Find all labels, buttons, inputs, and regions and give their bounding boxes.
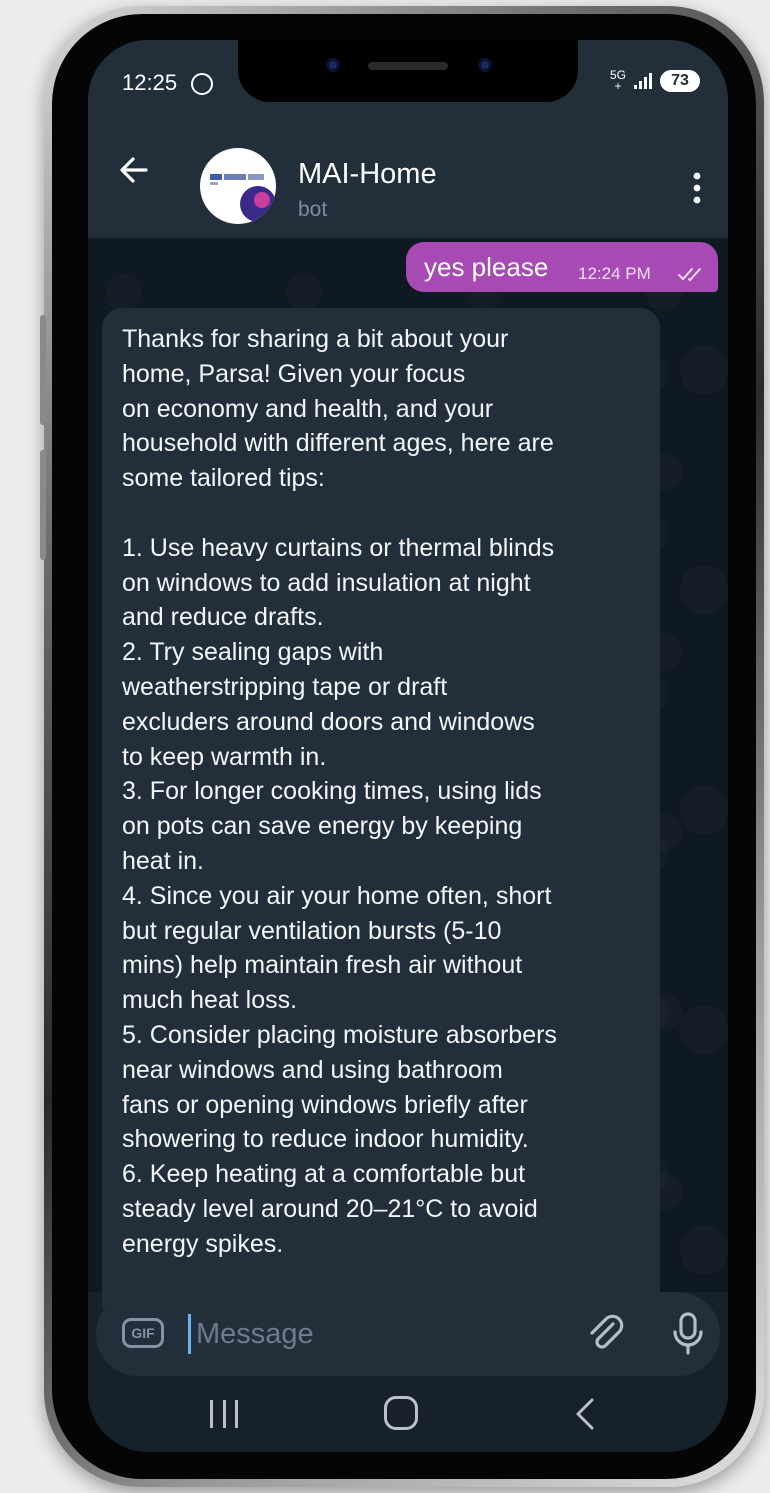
- status-indicators: 5G + 73: [609, 68, 700, 93]
- network-type: 5G +: [609, 68, 626, 93]
- status-time: 12:25: [122, 70, 178, 95]
- front-camera-icon: [326, 58, 340, 72]
- home-icon[interactable]: [384, 1396, 418, 1430]
- message-input[interactable]: [196, 1312, 456, 1356]
- incoming-message[interactable]: Thanks for sharing a bit about your home…: [102, 308, 660, 1327]
- bot-avatar[interactable]: [200, 148, 276, 224]
- more-vertical-icon[interactable]: [692, 172, 702, 204]
- paperclip-icon[interactable]: [584, 1312, 628, 1356]
- recent-apps-icon[interactable]: [210, 1394, 238, 1434]
- contact-name[interactable]: MAI-Home: [298, 158, 437, 191]
- phone-screen: 12:25 5G + 73 MAI-Home bot yes please 12…: [88, 40, 728, 1452]
- message-composer: GIF: [96, 1292, 720, 1376]
- earpiece-speaker: [368, 62, 448, 70]
- outgoing-message[interactable]: yes please 12:24 PM: [406, 242, 718, 292]
- message-text: yes please: [424, 252, 549, 282]
- chat-messages[interactable]: yes please 12:24 PM Thanks for sharing a…: [88, 238, 728, 1327]
- camera-notch: [238, 40, 578, 102]
- power-button: [40, 450, 46, 560]
- text-caret: [188, 1314, 191, 1354]
- chat-header: MAI-Home bot: [88, 120, 728, 238]
- volume-button: [40, 315, 46, 425]
- double-check-icon: [678, 268, 701, 282]
- nav-back-icon[interactable]: [570, 1396, 600, 1432]
- signal-icon: [634, 73, 652, 89]
- bot-logo-icon: [210, 174, 276, 222]
- status-bar: 12:25 5G + 73: [88, 40, 728, 120]
- back-arrow-icon[interactable]: [114, 150, 154, 190]
- message-time: 12:24 PM: [578, 264, 651, 283]
- gif-button[interactable]: GIF: [122, 1318, 164, 1348]
- whatsapp-notification-icon: [191, 73, 213, 95]
- contact-status: bot: [298, 198, 328, 221]
- message-text: Thanks for sharing a bit about your home…: [122, 325, 557, 1327]
- microphone-icon[interactable]: [668, 1310, 708, 1358]
- battery-indicator: 73: [660, 70, 700, 92]
- sensor-icon: [478, 58, 492, 72]
- system-navigation-bar: [88, 1376, 728, 1452]
